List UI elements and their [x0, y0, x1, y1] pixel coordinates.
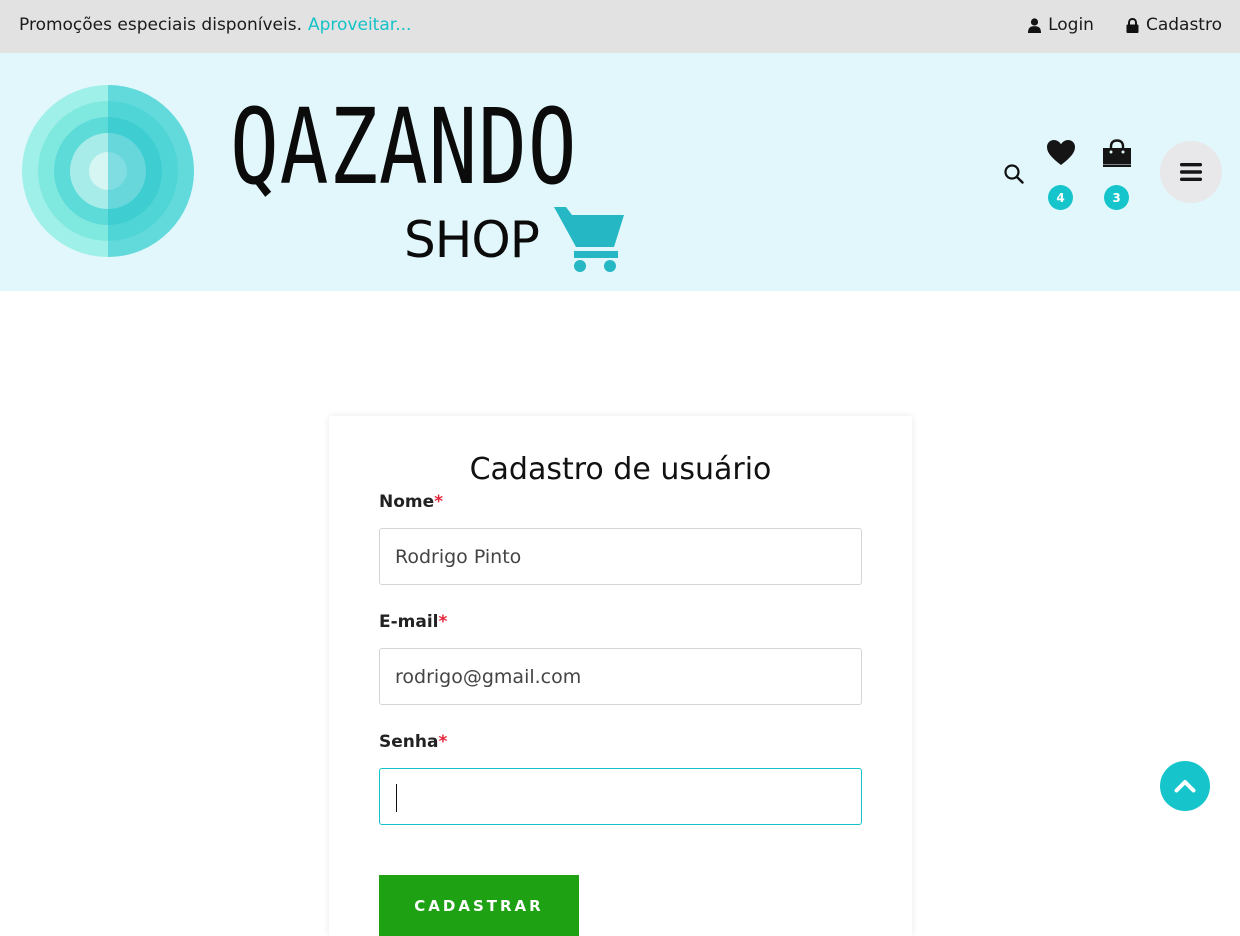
name-field[interactable] — [379, 528, 862, 585]
shopping-bag-icon — [1103, 139, 1131, 167]
name-label: Nome* — [379, 492, 443, 512]
shopping-cart-icon — [554, 207, 624, 272]
heart-icon — [1047, 140, 1075, 165]
password-label: Senha* — [379, 732, 447, 752]
login-link[interactable]: Login — [1028, 15, 1094, 35]
menu-button[interactable] — [1160, 141, 1222, 203]
register-label: Cadastro — [1145, 15, 1222, 35]
required-mark: * — [438, 612, 448, 632]
promo-link[interactable]: Aproveitar... — [308, 15, 411, 35]
logo-shop-text: SHOP — [404, 211, 540, 269]
promo-text: Promoções especiais disponíveis. — [19, 15, 302, 35]
user-icon — [1028, 17, 1042, 33]
promo-message: Promoções especiais disponíveis. Aproveit… — [19, 15, 411, 35]
site-logo[interactable]: QAZANDO SHOP — [20, 83, 640, 278]
hamburger-menu-icon — [1180, 163, 1202, 181]
email-field[interactable] — [379, 648, 862, 705]
email-label: E-mail* — [379, 612, 447, 632]
scroll-to-top-button[interactable] — [1160, 761, 1210, 811]
wishlist-count-badge: 4 — [1048, 185, 1073, 210]
page-title: Cadastro de usuário — [469, 452, 772, 487]
site-header: QAZANDO SHOP 4 3 — [0, 53, 1240, 291]
password-field[interactable] — [379, 768, 862, 825]
search-icon[interactable] — [1003, 163, 1025, 185]
name-label-text: Nome — [379, 492, 435, 512]
wishlist-button[interactable]: 4 — [1045, 139, 1077, 210]
top-bar: Promoções especiais disponíveis. Aproveit… — [0, 0, 1240, 53]
email-label-text: E-mail — [379, 612, 439, 632]
register-button[interactable]: CADASTRAR — [379, 875, 579, 936]
required-mark: * — [438, 732, 448, 752]
account-links: Login Cadastro — [1028, 15, 1222, 35]
text-cursor — [396, 784, 397, 812]
login-label: Login — [1048, 15, 1094, 35]
register-form-card: Cadastro de usuário Nome* E-mail* Senha*… — [329, 416, 912, 936]
logo-brand-text: QAZANDO — [230, 86, 578, 208]
register-link[interactable]: Cadastro — [1126, 15, 1222, 35]
lock-icon — [1126, 17, 1139, 33]
required-mark: * — [434, 492, 444, 512]
logo-target-icon — [22, 85, 194, 257]
cart-count-badge: 3 — [1104, 185, 1129, 210]
password-label-text: Senha — [379, 732, 439, 752]
cart-button[interactable]: 3 — [1101, 139, 1133, 210]
chevron-up-icon — [1174, 780, 1196, 793]
